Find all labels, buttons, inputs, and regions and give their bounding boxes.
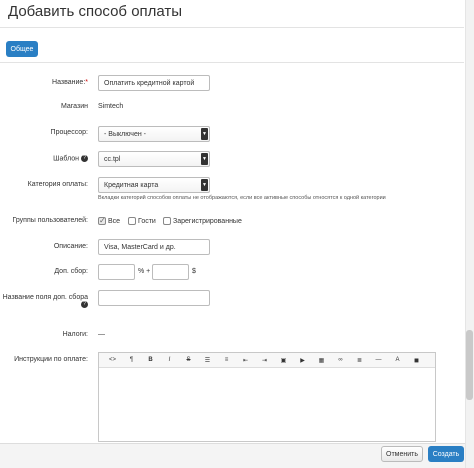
scrollbar[interactable] — [465, 0, 474, 468]
surcharge-percent-input[interactable] — [98, 264, 135, 280]
italic-icon[interactable]: I — [160, 354, 179, 367]
store-value: Simtech — [98, 103, 124, 110]
template-selected: cc.tpl — [104, 155, 121, 163]
video-icon[interactable]: ▶ — [293, 354, 312, 367]
category-label: Категория оплаты: — [27, 181, 88, 188]
bold-icon[interactable]: B — [141, 354, 160, 367]
processor-label: Процессор: — [50, 129, 88, 136]
template-select[interactable]: cc.tpl ▼ — [98, 151, 210, 167]
indent-icon[interactable]: ⇥ — [255, 354, 274, 367]
link-icon[interactable]: ∞ — [331, 354, 350, 367]
editor-toolbar: <> ¶ B I S ☰ ≡ ⇤ ⇥ ▣ ▶ ▦ ∞ ≣ — A ◼ — [99, 353, 435, 368]
category-select[interactable]: Кредитная карта ▼ — [98, 177, 210, 193]
category-hint: Вкладки категорий способов оплаты не ото… — [98, 195, 386, 201]
scrollbar-thumb[interactable] — [466, 330, 473, 400]
help-icon[interactable]: ? — [81, 155, 88, 162]
surcharge-amount-input[interactable] — [152, 264, 189, 280]
strikethrough-icon[interactable]: S — [179, 354, 198, 367]
chevron-down-icon: ▼ — [201, 153, 208, 165]
tabs-divider — [0, 62, 464, 63]
group-all[interactable]: Все — [98, 216, 120, 225]
format-icon[interactable]: ◼ — [407, 354, 426, 367]
page-title: Добавить способ оплаты — [8, 3, 183, 20]
template-label: Шаблон? — [53, 155, 88, 162]
description-label: Описание: — [53, 243, 88, 250]
title-divider — [0, 27, 464, 28]
name-label: Название:* — [52, 79, 88, 86]
store-label: Магазин — [60, 103, 88, 110]
processor-select[interactable]: - Выключен - ▼ — [98, 126, 210, 142]
taxes-label: Налоги: — [62, 331, 88, 338]
chevron-down-icon: ▼ — [201, 128, 208, 140]
chevron-down-icon: ▼ — [201, 179, 208, 191]
instructions-editor[interactable]: <> ¶ B I S ☰ ≡ ⇤ ⇥ ▣ ▶ ▦ ∞ ≣ — A ◼ — [98, 352, 436, 442]
groups-label: Группы пользователей: — [12, 217, 88, 224]
surcharge-title-input[interactable] — [98, 290, 210, 306]
font-color-icon[interactable]: A — [388, 354, 407, 367]
surcharge-currency-unit: $ — [192, 268, 196, 275]
surcharge-title-label: Название поля доп. сбора? — [2, 294, 88, 308]
checkbox-registered[interactable] — [163, 217, 171, 225]
image-icon[interactable]: ▣ — [274, 354, 293, 367]
processor-selected: - Выключен - — [104, 130, 146, 138]
taxes-value: — — [98, 331, 105, 338]
category-selected: Кредитная карта — [104, 181, 159, 189]
group-registered[interactable]: Зарегистрированные — [163, 217, 242, 225]
code-icon[interactable]: <> — [103, 354, 122, 367]
description-input[interactable]: Visa, MasterCard и др. — [98, 239, 210, 255]
name-input[interactable]: Оплатить кредитной картой — [98, 75, 210, 91]
surcharge-percent-unit: % + — [138, 268, 151, 275]
paragraph-icon[interactable]: ¶ — [122, 354, 141, 367]
cancel-button[interactable]: Отменить — [381, 446, 423, 462]
table-icon[interactable]: ▦ — [312, 354, 331, 367]
instructions-label: Инструкции по оплате: — [14, 356, 88, 363]
tab-general[interactable]: Общее — [6, 41, 38, 57]
group-guests[interactable]: Гости — [128, 217, 156, 225]
ordered-list-icon[interactable]: ≡ — [217, 354, 236, 367]
checkbox-guests[interactable] — [128, 217, 136, 225]
help-icon[interactable]: ? — [81, 301, 88, 308]
align-icon[interactable]: ≣ — [350, 354, 369, 367]
horizontal-rule-icon[interactable]: — — [369, 354, 388, 367]
checkbox-all[interactable] — [98, 216, 106, 225]
create-button[interactable]: Создать — [428, 446, 464, 462]
unordered-list-icon[interactable]: ☰ — [198, 354, 217, 367]
surcharge-label: Доп. сбор: — [54, 268, 88, 275]
outdent-icon[interactable]: ⇤ — [236, 354, 255, 367]
